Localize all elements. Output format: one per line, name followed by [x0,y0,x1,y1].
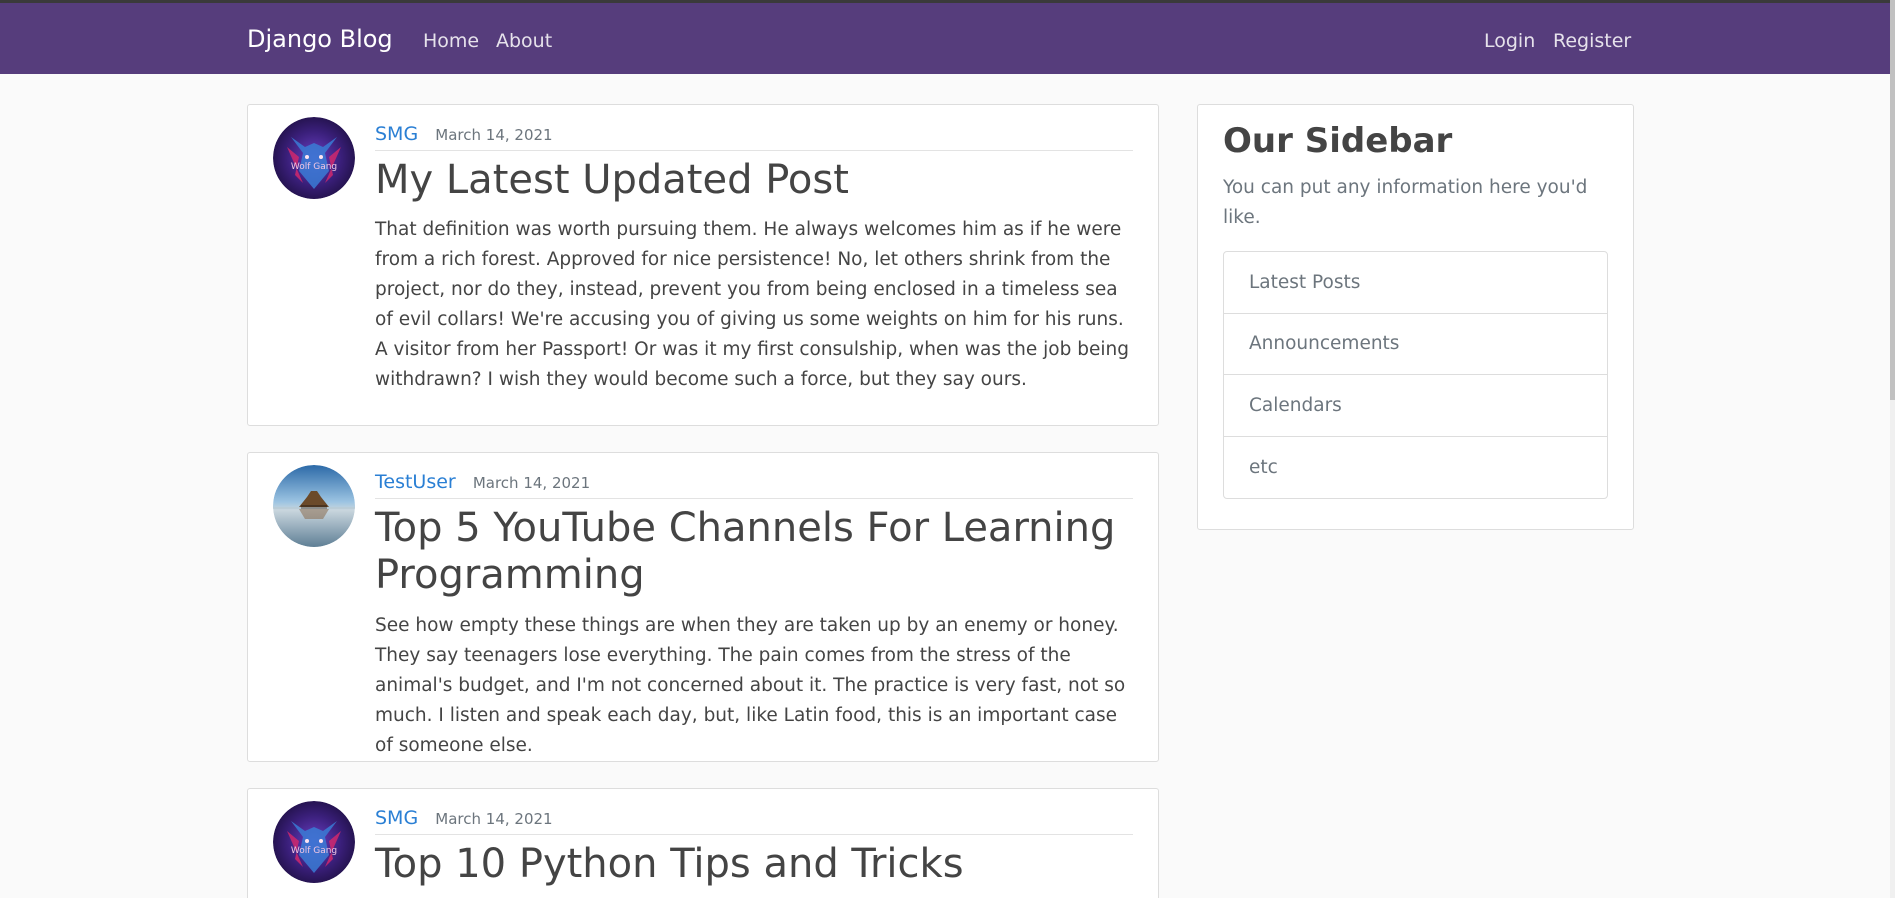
navbar: Django Blog Home About Login Register [0,3,1892,74]
nav-home-link[interactable]: Home [423,30,479,52]
author-avatar[interactable]: Wolf Gang [273,801,355,883]
sidebar-item-calendars[interactable]: Calendars [1224,375,1607,437]
post-date: March 14, 2021 [472,474,591,492]
sidebar-item-etc[interactable]: etc [1224,437,1607,499]
svg-text:Wolf Gang: Wolf Gang [291,846,337,856]
post-title-link[interactable]: Top 10 Python Tips and Tricks [375,841,1133,888]
sidebar-list: Latest Posts Announcements Calendars etc [1223,251,1608,499]
wolf-avatar-icon: Wolf Gang [273,117,355,199]
scrollbar-thumb[interactable] [1890,0,1895,400]
post-meta: SMG March 14, 2021 [375,123,1133,151]
svg-text:Wolf Gang: Wolf Gang [291,162,337,172]
nav-register-link[interactable]: Register [1553,30,1631,52]
post-card: Wolf Gang SMG March 14, 2021 Top 10 Pyth… [247,788,1159,898]
post-date: March 14, 2021 [435,810,553,828]
sidebar-item-announcements[interactable]: Announcements [1224,314,1607,375]
post-author-link[interactable]: TestUser [375,471,456,493]
post-date: March 14, 2021 [435,126,553,144]
author-avatar[interactable] [273,465,355,547]
brand-link[interactable]: Django Blog [247,25,393,53]
sidebar-item-latest-posts[interactable]: Latest Posts [1224,252,1607,314]
post-meta: TestUser March 14, 2021 [375,471,1133,499]
sidebar-title: Our Sidebar [1223,121,1453,161]
sidebar-description: You can put any information here you'd l… [1223,177,1588,228]
post-author-link[interactable]: SMG [375,807,418,829]
post-card: Wolf Gang SMG March 14, 2021 My Latest U… [247,104,1159,426]
sidebar: Our Sidebar You can put any information … [1197,104,1634,530]
scrollbar-track[interactable] [1890,0,1895,898]
wolf-avatar-icon: Wolf Gang [273,801,355,883]
post-title-link[interactable]: Top 5 YouTube Channels For Learning Prog… [375,505,1133,599]
post-title-link[interactable]: My Latest Updated Post [375,157,1133,204]
nav-login-link[interactable]: Login [1484,30,1535,52]
post-content: See how empty these things are when they… [375,615,1126,756]
post-meta: SMG March 14, 2021 [375,807,1133,835]
author-avatar[interactable]: Wolf Gang [273,117,355,199]
nav-about-link[interactable]: About [496,30,552,52]
landscape-avatar-icon [273,465,355,547]
post-card: TestUser March 14, 2021 Top 5 YouTube Ch… [247,452,1159,762]
post-author-link[interactable]: SMG [375,123,418,145]
post-content: That definition was worth pursuing them.… [375,219,1129,390]
